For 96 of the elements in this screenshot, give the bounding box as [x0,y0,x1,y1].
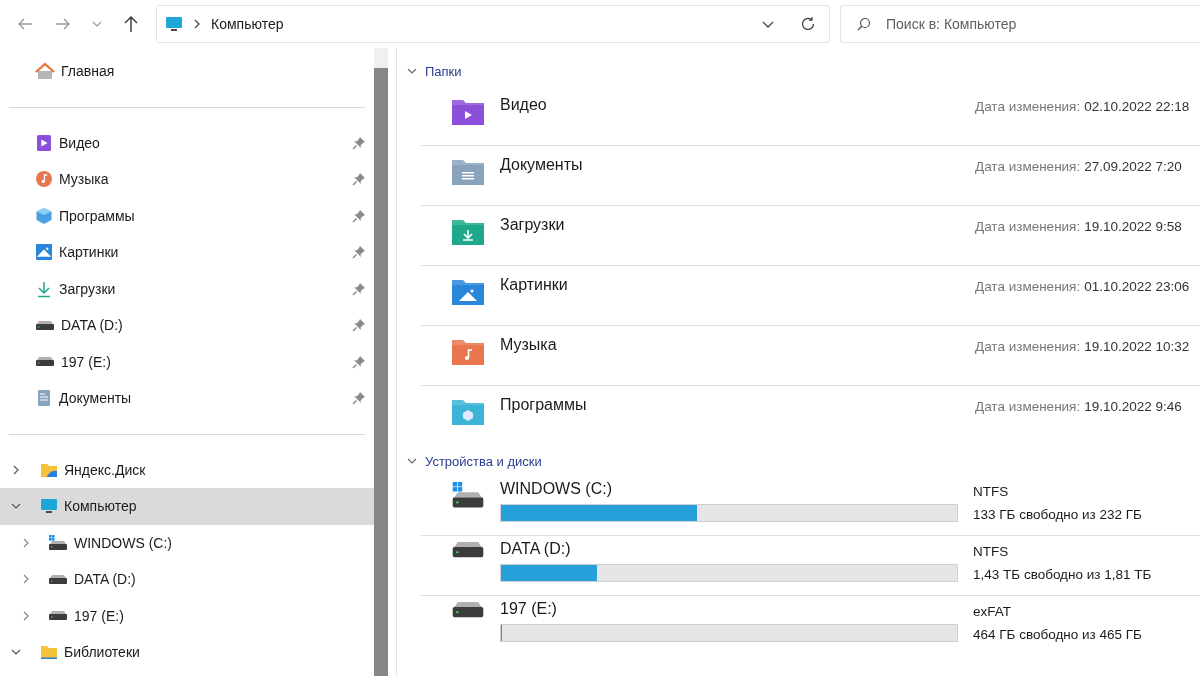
date-label: Дата изменения: [975,279,1081,294]
quick-access-item[interactable]: Документы [0,380,374,417]
folder-name: Музыка [500,336,557,354]
arrow-up-icon [123,15,139,33]
free-space: 464 ГБ свободно из 465 ГБ [973,627,1142,642]
drive-icon [48,611,68,621]
folder-tile[interactable]: Документы Дата изменения: 27.09.2022 7:20 [421,146,1200,206]
date-modified: 02.10.2022 22:18 [1084,99,1190,114]
folder-name: Документы [500,156,583,174]
date-modified: 19.10.2022 9:58 [1084,219,1182,234]
date-modified: 19.10.2022 9:46 [1084,399,1182,414]
quick-access-item[interactable]: Картинки [0,234,374,271]
monitor-icon [40,497,58,516]
drive-icon [48,574,68,584]
house-icon [35,62,55,81]
date-modified: 27.09.2022 7:20 [1084,159,1182,174]
drive-name: WINDOWS (C:) [500,480,613,498]
quick-access-item[interactable]: Видео [0,124,374,161]
navigation-tree-item[interactable]: WINDOWS (C:) [0,524,374,561]
drive-icon [451,602,485,619]
file-system: NTFS [973,544,1010,559]
date-label: Дата изменения: [975,339,1081,354]
folder-name: Программы [500,396,587,414]
pin-icon[interactable] [352,281,366,296]
home-item[interactable]: Главная [0,53,374,90]
free-space: 133 ГБ свободно из 232 ГБ [973,507,1142,522]
section-header[interactable]: Папки [403,56,1200,86]
folder-tile[interactable]: Загрузки Дата изменения: 19.10.2022 9:58 [421,206,1200,266]
system-drive-icon [451,482,485,509]
arrow-left-icon [17,16,33,32]
folder-tile[interactable]: Видео Дата изменения: 02.10.2022 22:18 [421,86,1200,146]
navigation-tree-item[interactable]: DATA (D:) [0,561,374,598]
picture-icon [35,243,53,262]
video-icon [35,133,53,152]
date-modified: 01.10.2022 23:06 [1084,279,1190,294]
picture-folder-icon [451,278,485,306]
drive-tile[interactable]: DATA (D:) NTFS 1,43 ТБ свободно из 1,81 ТБ [421,536,1200,596]
section-title: Папки [425,63,462,79]
drive-icon [35,320,55,330]
date-modified: 19.10.2022 10:32 [1084,339,1190,354]
section-title: Устройства и диски [425,453,542,469]
refresh-icon [800,16,816,32]
navigation-tree-item[interactable]: Яндекс.Диск [0,451,374,488]
folder-tile[interactable]: Программы Дата изменения: 19.10.2022 9:46 [421,386,1200,446]
drive-tile[interactable]: WINDOWS (C:) NTFS 133 ГБ свободно из 232 ГБ [421,476,1200,536]
pin-icon[interactable] [352,135,366,150]
date-label: Дата изменения: [975,219,1081,234]
address-bar[interactable]: Компьютер [156,5,830,43]
navigation-tree-item[interactable]: Компьютер [0,488,374,525]
folder-name: Загрузки [500,216,565,234]
monitor-icon [165,16,183,32]
document-icon [35,389,53,408]
quick-access-item[interactable]: Программы [0,197,374,234]
download-folder-icon [451,218,485,246]
drive-tile[interactable]: 197 (E:) exFAT 464 ГБ свободно из 465 ГБ [421,596,1200,656]
pin-icon[interactable] [352,354,366,369]
pin-icon[interactable] [352,245,366,260]
drive-name: DATA (D:) [500,540,572,558]
download-icon [35,279,53,298]
navigation-tree-item[interactable]: 197 (E:) [0,597,374,634]
pin-icon[interactable] [352,172,366,187]
search-field[interactable]: Поиск в: Компьютер [840,5,1200,43]
search-icon [857,17,871,31]
music-folder-icon [451,338,485,366]
pin-icon[interactable] [352,391,366,406]
folder-tile[interactable]: Картинки Дата изменения: 01.10.2022 23:06 [421,266,1200,326]
cube-icon [35,206,53,225]
drive-icon [35,357,55,367]
quick-access-item[interactable]: 197 (E:) [0,343,374,380]
system-drive-icon [48,535,68,551]
folder-name: Картинки [500,276,568,294]
quick-access-item[interactable]: DATA (D:) [0,307,374,344]
drive-icon [451,542,485,559]
file-system: NTFS [973,484,1010,499]
drive-name: 197 (E:) [500,600,558,618]
chevron-right-icon [193,19,201,29]
pin-icon[interactable] [352,208,366,223]
file-system: exFAT [973,604,1012,619]
quick-access-item[interactable]: Музыка [0,161,374,198]
music-icon [35,170,53,189]
folder-tile[interactable]: Музыка Дата изменения: 19.10.2022 10:32 [421,326,1200,386]
breadcrumb-item[interactable]: Компьютер [211,16,284,32]
video-folder-icon [451,98,485,126]
arrow-right-icon [55,16,71,32]
date-label: Дата изменения: [975,159,1081,174]
document-folder-icon [451,158,485,186]
date-label: Дата изменения: [975,399,1081,414]
navigation-tree-item[interactable]: Библиотеки [0,634,374,671]
folder-name: Видео [500,96,547,114]
free-space: 1,43 ТБ свободно из 1,81 ТБ [973,567,1152,582]
cube-folder-icon [451,398,485,426]
pin-icon[interactable] [352,318,366,333]
section-header[interactable]: Устройства и диски [403,446,1200,476]
date-label: Дата изменения: [975,99,1081,114]
quick-access-item[interactable]: Загрузки [0,270,374,307]
folder-icon [40,643,58,662]
